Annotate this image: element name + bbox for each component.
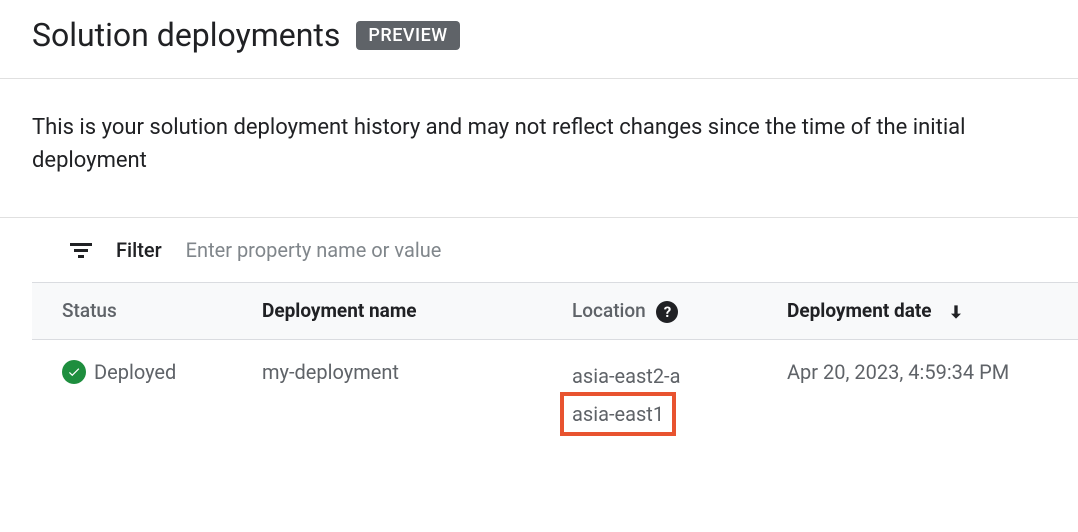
- filter-input[interactable]: [186, 238, 1046, 262]
- page-title: Solution deployments: [32, 16, 340, 54]
- location-value-2-highlighted: asia-east1: [560, 392, 676, 436]
- filter-label: Filter: [116, 238, 162, 262]
- sort-descending-icon: [946, 302, 966, 322]
- location-value-1: asia-east2-a: [572, 360, 747, 392]
- col-header-status[interactable]: Status: [32, 283, 242, 340]
- status-text: Deployed: [94, 360, 176, 384]
- col-header-location[interactable]: Location ?: [552, 283, 767, 340]
- table-row[interactable]: Deployed my-deployment asia-east2-a asia…: [32, 339, 1078, 456]
- col-header-location-label: Location: [572, 299, 646, 322]
- help-icon[interactable]: ?: [656, 301, 678, 323]
- col-header-date[interactable]: Deployment date: [767, 283, 1078, 340]
- deployments-table: Status Deployment name Location ? Deploy…: [32, 282, 1078, 456]
- col-header-date-label: Deployment date: [787, 299, 932, 322]
- deployment-date: Apr 20, 2023, 4:59:34 PM: [767, 339, 1078, 456]
- filter-icon: [70, 243, 92, 258]
- description-text: This is your solution deployment history…: [0, 79, 1078, 218]
- check-circle-icon: [62, 360, 86, 384]
- col-header-name[interactable]: Deployment name: [242, 283, 552, 340]
- preview-badge: PREVIEW: [356, 21, 459, 50]
- deployment-name: my-deployment: [242, 339, 552, 456]
- filter-bar: Filter: [0, 218, 1078, 282]
